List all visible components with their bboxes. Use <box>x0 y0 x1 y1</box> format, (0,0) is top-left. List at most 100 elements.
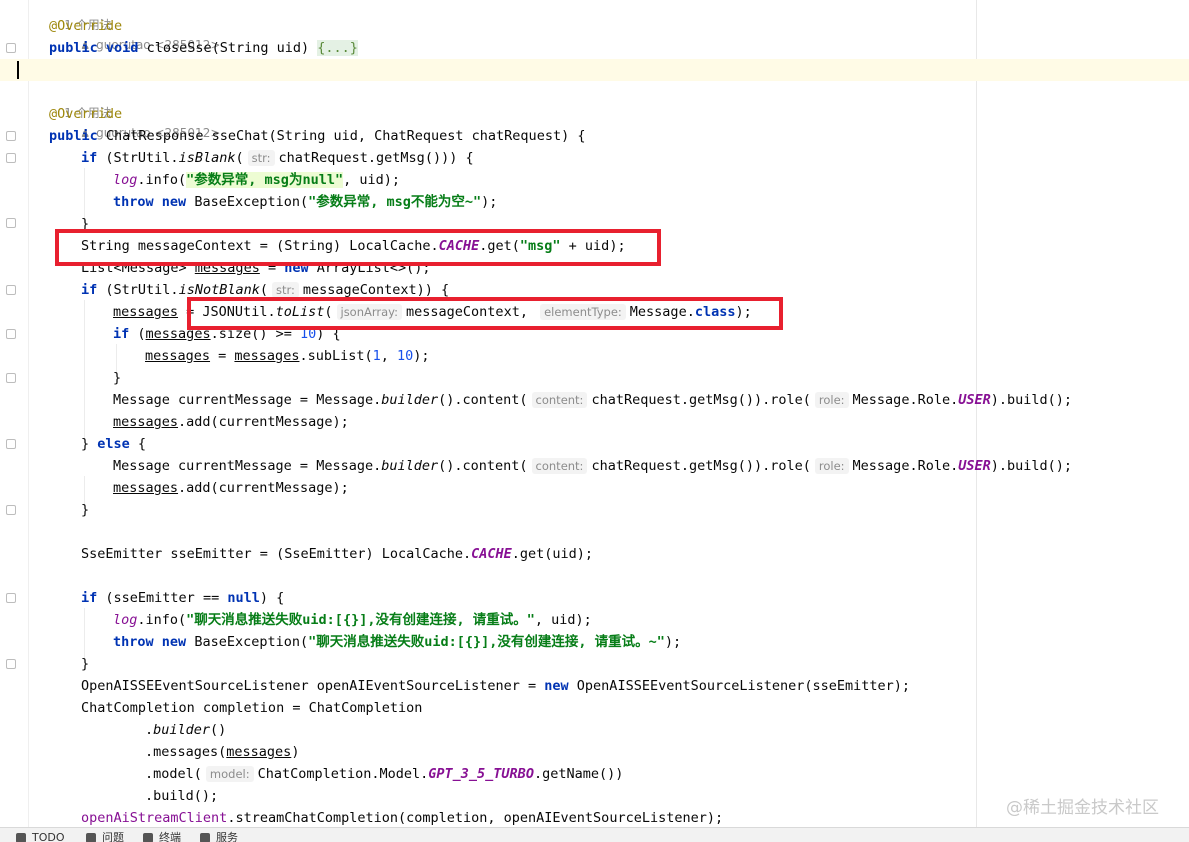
watermark: @稀土掘金技术社区 <box>1006 798 1159 818</box>
code-token: Message.Role. <box>852 458 959 474</box>
code-token: = <box>210 348 235 364</box>
code-token: builder <box>381 392 439 408</box>
code-token: .add(currentMessage); <box>178 414 349 430</box>
code-line: public void closeSse(String uid) {...} <box>49 37 358 59</box>
keyword: if <box>81 150 98 166</box>
code-line: OpenAISSEEventSourceListener openAIEvent… <box>81 675 910 697</box>
code-token: .streamChatCompletion(completion, openAI… <box>227 810 724 826</box>
code-line: @Override <box>49 103 122 125</box>
fold-marker[interactable] <box>6 285 16 295</box>
fold-marker[interactable] <box>6 505 16 515</box>
code-token: 1 <box>372 348 381 364</box>
code-token: chatRequest.getMsg()).role( <box>591 458 811 474</box>
code-token: throw <box>113 194 154 210</box>
code-line: openAiStreamClient.streamChatCompletion(… <box>81 807 723 827</box>
code-token: log <box>113 172 138 188</box>
code-token: USER <box>958 458 991 474</box>
code-line: Message currentMessage = Message.builder… <box>113 389 1072 411</box>
param-hint: model: <box>205 766 254 782</box>
code-token: messages <box>234 348 300 364</box>
code-token: .messages( <box>145 744 227 760</box>
code-line: Message currentMessage = Message.builder… <box>113 455 1072 477</box>
code-token: ( <box>235 150 244 166</box>
code-token: new <box>161 634 187 650</box>
annotation: @Override <box>49 106 123 122</box>
fold-marker[interactable] <box>6 373 16 383</box>
code-line: if (sseEmitter == null) { <box>81 587 284 609</box>
code-token: CACHE <box>471 546 512 562</box>
code-line: log.info("参数异常, msg为null", uid); <box>113 169 400 191</box>
code-line: .build(); <box>145 785 218 807</box>
code-token: else <box>97 436 130 452</box>
code-token: ().content( <box>438 458 528 474</box>
fold-marker[interactable] <box>6 593 16 603</box>
code-line: .model(model: ChatCompletion.Model.GPT_3_… <box>145 763 623 785</box>
tab-problems[interactable]: 问题 <box>86 831 124 842</box>
code-token: (StrUtil. <box>105 150 179 166</box>
code-line: .builder() <box>145 719 226 741</box>
code-token: chatRequest.getMsg()).role( <box>591 392 811 408</box>
string-literal: "参数异常, msg不能为空~" <box>308 194 482 210</box>
code-token: builder <box>381 458 439 474</box>
code-token: .info( <box>137 172 187 188</box>
fold-marker[interactable] <box>6 153 16 163</box>
tab-label: 服务 <box>216 831 238 842</box>
tab-label: 问题 <box>102 831 124 842</box>
tab-label: 终端 <box>159 831 181 842</box>
code-token: new <box>544 678 569 694</box>
code-token: isBlank <box>178 150 236 166</box>
tab-todo[interactable]: TODO <box>16 831 65 842</box>
usage-hint[interactable]: 1 个用法 ♟ guorutao <285012> <box>49 0 220 52</box>
code-token: null <box>227 590 260 606</box>
code-token: ( <box>259 282 268 298</box>
code-token: ); <box>481 194 498 210</box>
code-token: if <box>113 326 130 342</box>
fold-marker[interactable] <box>6 329 16 339</box>
fold-marker[interactable] <box>6 439 16 449</box>
fold-marker[interactable] <box>6 659 16 669</box>
code-token: messages <box>226 744 292 760</box>
code-line: messages = messages.subList(1, 10); <box>145 345 430 367</box>
code-token: } <box>81 436 98 452</box>
param-hint: str: <box>247 150 275 166</box>
folded-block[interactable]: {...} <box>317 40 358 56</box>
code-token: throw <box>113 634 154 650</box>
tab-terminal[interactable]: 终端 <box>143 831 181 842</box>
code-token: messages <box>113 304 179 320</box>
code-token: (sseEmitter == <box>105 590 228 606</box>
code-token: messageContext)) { <box>302 282 450 298</box>
code-line: messages.add(currentMessage); <box>113 411 349 433</box>
code-token: .add(currentMessage); <box>178 480 349 496</box>
tab-label: TODO <box>32 831 65 842</box>
code-token: "聊天消息推送失败uid:[{}],没有创建连接, 请重试。" <box>186 612 535 628</box>
gutter-divider <box>28 0 29 827</box>
code-token: } <box>81 502 90 518</box>
tab-services[interactable]: 服务 <box>200 831 238 842</box>
code-line: messages.add(currentMessage); <box>113 477 349 499</box>
code-editor[interactable]: 1 个用法 ♟ guorutao <285012> @Override publi… <box>0 0 1189 827</box>
code-token: messages <box>113 480 179 496</box>
code-token: if <box>81 590 98 606</box>
indent-guide <box>84 608 85 658</box>
fold-marker[interactable] <box>6 218 16 228</box>
fold-marker[interactable] <box>6 43 16 53</box>
code-token: ChatCompletion.Model. <box>257 766 429 782</box>
code-token: ChatCompletion completion = ChatCompleti… <box>81 700 423 716</box>
code-token: ).build(); <box>990 392 1073 408</box>
code-line: log.info("聊天消息推送失败uid:[{}],没有创建连接, 请重试。"… <box>113 609 592 631</box>
fold-marker[interactable] <box>6 131 16 141</box>
code-token: ( <box>137 326 146 342</box>
code-token: .subList( <box>299 348 373 364</box>
code-token: .get(uid); <box>511 546 594 562</box>
text-caret <box>17 61 19 79</box>
code-token: , uid); <box>534 612 592 628</box>
usage-hint[interactable]: 1 个用法 ♟ guorutao <285012> <box>49 83 220 140</box>
code-token: () <box>210 722 227 738</box>
code-line: throw new BaseException("参数异常, msg不能为空~"… <box>113 191 497 213</box>
param-hint: str: <box>271 282 299 298</box>
code-token: builder <box>153 722 211 738</box>
code-line: ChatCompletion completion = ChatCompleti… <box>81 697 422 719</box>
param-hint: role: <box>814 392 849 408</box>
highlight-box-message-context <box>55 229 661 266</box>
tool-window-bar: TODO 问题 终端 服务 <box>0 827 1189 842</box>
